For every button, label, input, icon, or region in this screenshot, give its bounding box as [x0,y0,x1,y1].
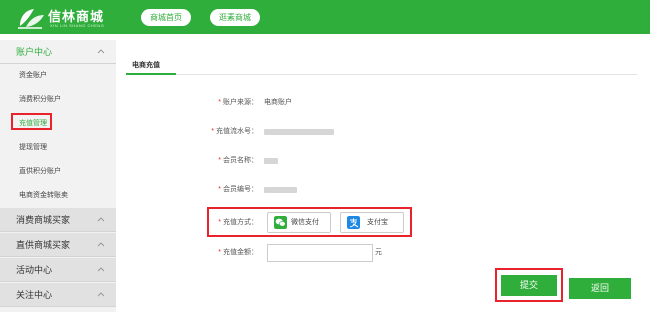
required-mark: * [218,249,221,256]
top-bar: 信林商城 XIN LIN SHANG CHENG 商城首页 逛素商城 [0,0,650,34]
highlight-box-recharge [11,113,52,130]
nav-home-button[interactable]: 商城首页 [141,9,191,26]
sidebar-item-consume-points[interactable]: 消费积分账户 [0,88,116,111]
required-mark: * [218,157,221,164]
required-mark: * [218,99,221,106]
sidebar-group-label: 账户中心 [16,47,53,57]
leaf-logo-icon [18,9,44,29]
submit-button[interactable]: 提交 [501,275,557,296]
redacted-value [264,187,297,193]
sidebar-item-label: 直供积分账户 [19,168,61,175]
back-button[interactable]: 返回 [569,278,631,299]
field-recharge-amount: * 充值金额： [116,245,650,261]
field-label: * 充值金额： [218,249,258,256]
chevron-up-icon [97,242,105,247]
amount-input[interactable] [267,244,373,262]
redacted-value [264,129,334,135]
required-mark: * [211,128,214,135]
sidebar-group-account[interactable]: 账户中心 [0,40,116,64]
sidebar-group-label: 关注中心 [16,290,53,300]
nav-mall-button[interactable]: 逛素商城 [210,9,260,26]
redacted-value [264,158,278,164]
chevron-up-icon [97,49,105,54]
sidebar-item-funds[interactable]: 资金账户 [0,64,116,87]
tab-divider [126,74,637,75]
field-member-id: * 会员编号： [116,182,650,198]
field-account-source: * 账户来源： 电商账户 [116,95,650,111]
submit-highlight-box: 提交 [495,268,563,302]
sidebar: 账户中心 资金账户 消费积分账户 充值管理 提现管理 直供积分账户 电商资金转账… [0,40,116,312]
field-label: * 会员编号： [218,186,258,193]
chevron-up-icon [97,267,105,272]
sidebar-group-direct-buyer[interactable]: 直供商城买家 [0,233,116,257]
sidebar-item-direct-points[interactable]: 直供积分账户 [0,160,116,183]
sidebar-group-follow[interactable]: 关注中心 [0,283,116,307]
site-logo[interactable]: 信林商城 XIN LIN SHANG CHENG [14,4,124,32]
sidebar-group-label: 活动中心 [16,265,53,275]
highlight-box-payment [207,207,412,237]
field-member-name: * 会员名称： [116,153,650,169]
sidebar-item-label: 消费积分账户 [19,96,61,103]
account-source-value: 电商账户 [264,99,292,106]
sidebar-group-consume-buyer[interactable]: 消费商城买家 [0,208,116,232]
tab-ecommerce-recharge[interactable]: 电商充值 [132,60,160,70]
field-label: * 账户来源： [218,99,258,106]
sidebar-group-label: 直供商城买家 [16,240,71,250]
chevron-up-icon [97,292,105,297]
field-label: * 会员名称： [218,157,258,164]
main-panel: 电商充值 * 账户来源： 电商账户 * 充值流水号： * 会员名称： * 会员编号： *… [116,40,650,312]
sidebar-group-label: 消费商城买家 [16,215,71,225]
sidebar-item-label: 资金账户 [19,72,47,79]
required-mark: * [218,186,221,193]
sidebar-item-label: 电商资金转账卖 [19,192,68,199]
amount-unit: 元 [375,249,382,256]
field-serial-number: * 充值流水号： [116,124,650,140]
logo-subtext: XIN LIN SHANG CHENG [50,23,105,28]
tab-active-underline [126,73,176,75]
chevron-up-icon [97,217,105,222]
sidebar-group-activity[interactable]: 活动中心 [0,258,116,282]
sidebar-item-label: 提现管理 [19,144,47,151]
field-label: * 充值流水号： [211,128,258,135]
sidebar-item-withdraw[interactable]: 提现管理 [0,136,116,159]
sidebar-item-ecommerce-transfer[interactable]: 电商资金转账卖 [0,184,116,207]
